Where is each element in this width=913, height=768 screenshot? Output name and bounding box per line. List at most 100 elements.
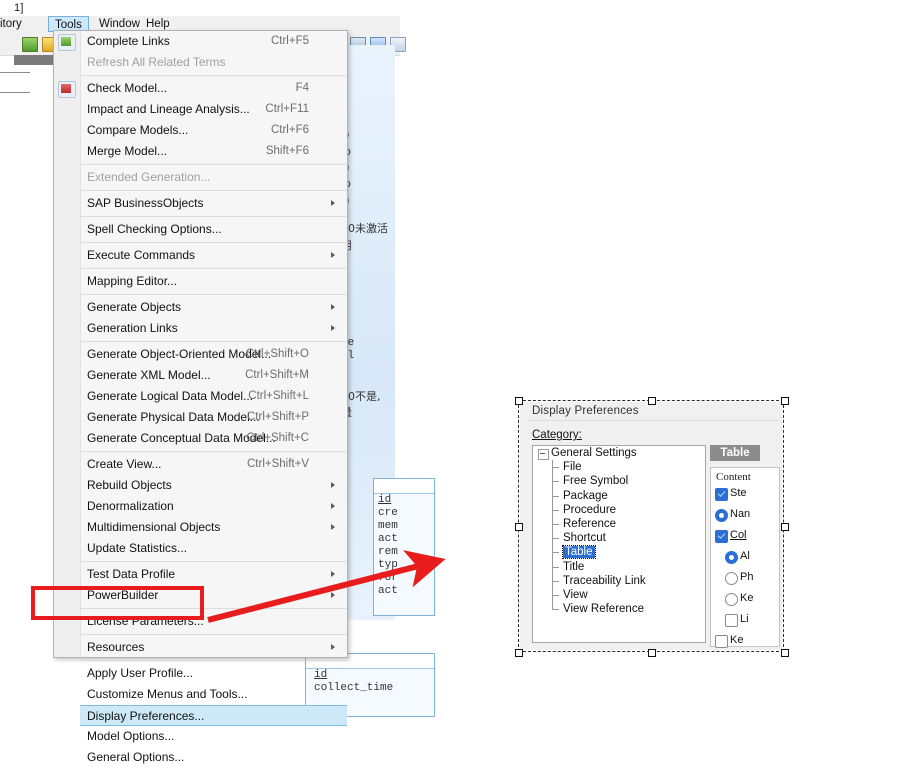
tree-item-general-settings[interactable]: General Settings: [533, 446, 705, 460]
tree-item-free-symbol[interactable]: Free Symbol: [533, 474, 705, 489]
chevron-right-icon: [331, 482, 335, 488]
menu-item-resources[interactable]: Resources: [54, 637, 347, 658]
control-label: Ph: [740, 571, 754, 583]
menu-item-label: Update Statistics...: [87, 541, 188, 555]
menu-item-label: Generate Logical Data Model...: [87, 389, 254, 403]
menu-item-shortcut: Ctrl+Shift+M: [245, 369, 309, 381]
tree-item-label: Package: [563, 489, 608, 502]
toolbar-divider: [14, 55, 54, 65]
menu-item-shortcut: Ctrl+Shift+P: [247, 411, 309, 423]
tree-item-view[interactable]: View: [533, 587, 705, 603]
menu-item-execute-commands[interactable]: Execute Commands: [54, 245, 347, 266]
window-title-fragment: 1]: [14, 2, 24, 14]
menu-item-complete-links[interactable]: Complete Links Ctrl+F5: [54, 31, 347, 52]
checkbox-ste[interactable]: [715, 488, 728, 501]
resize-handle-ne[interactable]: [781, 397, 789, 405]
radio-ke[interactable]: [725, 593, 738, 606]
control-label: Li: [740, 613, 749, 625]
menu-item-generate-object-oriented-model[interactable]: Generate Object-Oriented Model... Ctrl+Sh…: [54, 344, 347, 365]
chevron-right-icon: [331, 644, 335, 650]
chevron-right-icon: [331, 325, 335, 331]
tree-item-table[interactable]: Table: [533, 545, 705, 560]
resize-handle-sw[interactable]: [515, 649, 523, 657]
tree-expander-icon[interactable]: [538, 449, 549, 460]
tree-item-title[interactable]: Title: [533, 559, 705, 574]
menu-separator: [80, 216, 347, 217]
control-label: Col: [730, 529, 747, 541]
check-model-icon: [58, 81, 76, 98]
menu-item-create-view[interactable]: Create View... Ctrl+Shift+V: [54, 454, 347, 475]
tree-item-procedure[interactable]: Procedure: [533, 502, 705, 518]
checkbox-ke[interactable]: [715, 635, 728, 648]
menu-item-generate-conceptual-data-model[interactable]: Generate Conceptual Data Model... Ctrl+Sh…: [54, 428, 347, 449]
resize-handle-e[interactable]: [781, 523, 789, 531]
resize-handle-se[interactable]: [781, 649, 789, 657]
menu-item-label: Generate XML Model...: [87, 368, 211, 382]
tree-item-package[interactable]: Package: [533, 488, 705, 503]
display-preferences-dialog[interactable]: Display Preferences Category: General Se…: [520, 402, 782, 650]
menu-item-label: Denormalization: [87, 499, 174, 513]
checkbox-col[interactable]: [715, 530, 728, 543]
resize-handle-w[interactable]: [515, 523, 523, 531]
menu-item-sap-businessobjects[interactable]: SAP BusinessObjects: [54, 193, 347, 214]
radio-al[interactable]: [725, 551, 738, 564]
folder-open-icon[interactable]: [22, 37, 38, 52]
menu-item-generate-objects[interactable]: Generate Objects: [54, 297, 347, 318]
tree-item-file[interactable]: File: [533, 460, 705, 475]
entity-1-col-0: id: [378, 494, 392, 506]
resize-handle-n[interactable]: [648, 397, 656, 405]
dialog-title: Display Preferences: [532, 405, 639, 417]
menu-item-shortcut: Ctrl+Shift+V: [247, 458, 309, 470]
checkbox-li[interactable]: [725, 614, 738, 627]
menu-item-merge-model[interactable]: Merge Model... Shift+F6: [54, 141, 347, 162]
menu-item-label: SAP BusinessObjects: [87, 196, 204, 210]
menu-item-generate-logical-data-model[interactable]: Generate Logical Data Model... Ctrl+Shift…: [54, 386, 347, 407]
menu-separator: [80, 268, 347, 269]
ruler-line-top: [0, 72, 30, 73]
menu-item-repository[interactable]: itory: [0, 17, 28, 32]
menu-item-shortcut: Ctrl+F11: [265, 103, 309, 115]
menu-item-generate-xml-model[interactable]: Generate XML Model... Ctrl+Shift+M: [54, 365, 347, 386]
menu-item-denormalization[interactable]: Denormalization: [54, 496, 347, 517]
menu-item-apply-user-profile[interactable]: Apply User Profile...: [54, 663, 347, 684]
tree-item-label: Procedure: [563, 503, 617, 516]
category-tree[interactable]: General Settings File Free Symbol Package Pr…: [532, 445, 706, 643]
menu-item-impact-and-lineage-analysis[interactable]: Impact and Lineage Analysis... Ctrl+F11: [54, 99, 347, 120]
menu-item-display-preferences[interactable]: Display Preferences...: [80, 705, 347, 726]
menu-item-model-options[interactable]: Model Options...: [54, 726, 347, 747]
menu-item-generate-physical-data-model[interactable]: Generate Physical Data Model... Ctrl+Shif…: [54, 407, 347, 428]
menu-item-mapping-editor[interactable]: Mapping Editor...: [54, 271, 347, 292]
menu-item-shortcut: Ctrl+Shift+L: [248, 390, 309, 402]
menu-item-label: Resources: [87, 640, 145, 654]
menu-item-spell-checking-options[interactable]: Spell Checking Options...: [54, 219, 347, 240]
menu-item-customize-menus-and-tools[interactable]: Customize Menus and Tools...: [54, 684, 347, 705]
menu-item-general-options[interactable]: General Options...: [54, 747, 347, 768]
radio-ph[interactable]: [725, 572, 738, 585]
canvas-text-9: 0不是,: [348, 390, 381, 403]
menu-item-check-model[interactable]: Check Model... F4: [54, 78, 347, 99]
ruler-line-bottom: [0, 92, 30, 93]
resize-handle-nw[interactable]: [515, 397, 523, 405]
category-label: Category:: [532, 429, 582, 441]
tree-item-shortcut[interactable]: Shortcut: [533, 531, 705, 546]
menu-item-shortcut: F4: [295, 82, 309, 94]
menu-item-compare-models[interactable]: Compare Models... Ctrl+F6: [54, 120, 347, 141]
menu-item-rebuild-objects[interactable]: Rebuild Objects: [54, 475, 347, 496]
tab-table[interactable]: Table: [710, 445, 760, 461]
tree-item-view-reference[interactable]: View Reference: [533, 602, 705, 616]
menu-separator: [80, 190, 347, 191]
tree-item-traceability-link[interactable]: Traceability Link: [533, 573, 705, 589]
menu-item-label: Display Preferences...: [87, 709, 205, 723]
radio-nan[interactable]: [715, 509, 728, 522]
control-label: Ke: [730, 634, 744, 646]
menu-item-extended-generation: Extended Generation...: [54, 167, 347, 188]
tree-item-reference[interactable]: Reference: [533, 516, 705, 532]
menu-separator: [80, 451, 347, 452]
resize-handle-s[interactable]: [648, 649, 656, 657]
annotation-highlight-rect: [31, 586, 204, 620]
menu-item-label: Extended Generation...: [87, 170, 211, 184]
tree-item-label: Free Symbol: [563, 475, 629, 488]
chevron-right-icon: [331, 503, 335, 509]
menu-item-label: General Options...: [87, 750, 185, 764]
menu-item-generation-links[interactable]: Generation Links: [54, 318, 347, 339]
